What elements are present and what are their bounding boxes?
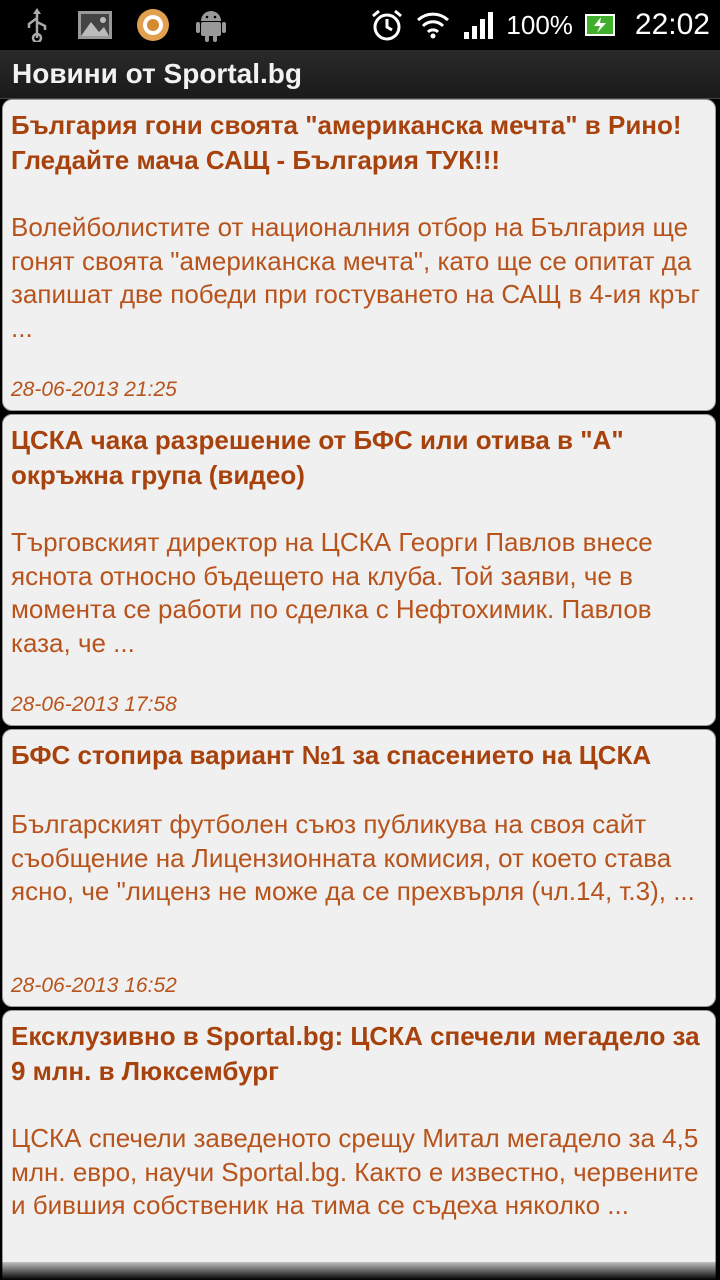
news-item[interactable]: България гони своята "американска мечта"…	[2, 99, 716, 411]
battery-percent: 100%	[506, 9, 573, 40]
news-item[interactable]: Ексклузивно в Sportal.bg: ЦСКА спечели м…	[2, 1010, 716, 1280]
usb-icon	[18, 6, 56, 44]
status-bar: 100% 22:02	[0, 0, 720, 50]
news-summary: Българският футболен съюз публикува на с…	[11, 809, 695, 906]
app-title: Новини от Sportal.bg	[12, 58, 302, 89]
news-headline: България гони своята "американска мечта"…	[11, 110, 682, 175]
title-bar: Новини от Sportal.bg	[0, 50, 720, 99]
image-icon	[76, 6, 114, 44]
android-icon	[192, 6, 230, 44]
news-headline: ЦСКА чака разрешение от БФС или отива в …	[11, 425, 624, 490]
alarm-icon	[368, 6, 406, 44]
news-list[interactable]: България гони своята "американска мечта"…	[0, 99, 720, 1280]
news-timestamp: 28-06-2013 21:25	[11, 378, 177, 401]
news-item[interactable]: ЦСКА чака разрешение от БФС или отива в …	[2, 414, 716, 726]
news-summary: ЦСКА спечели заведеното срещу Митал мега…	[11, 1123, 699, 1220]
news-summary: Волейболистите от националния отбор на Б…	[11, 212, 701, 343]
news-item[interactable]: БФС стопира вариант №1 за спасението на …	[2, 729, 716, 1007]
app-icon	[134, 6, 172, 44]
news-timestamp: 28-06-2013 16:52	[11, 974, 177, 997]
wifi-icon	[414, 6, 452, 44]
news-headline: Ексклузивно в Sportal.bg: ЦСКА спечели м…	[11, 1021, 700, 1086]
news-timestamp: 28-06-2013 17:58	[11, 693, 177, 716]
news-summary: Търговският директор на ЦСКА Георги Павл…	[11, 527, 653, 658]
list-fade-edge	[0, 1262, 720, 1280]
battery-charging-icon	[581, 6, 619, 44]
news-headline: БФС стопира вариант №1 за спасението на …	[11, 740, 652, 770]
clock: 22:02	[634, 8, 710, 41]
signal-icon	[460, 6, 498, 44]
